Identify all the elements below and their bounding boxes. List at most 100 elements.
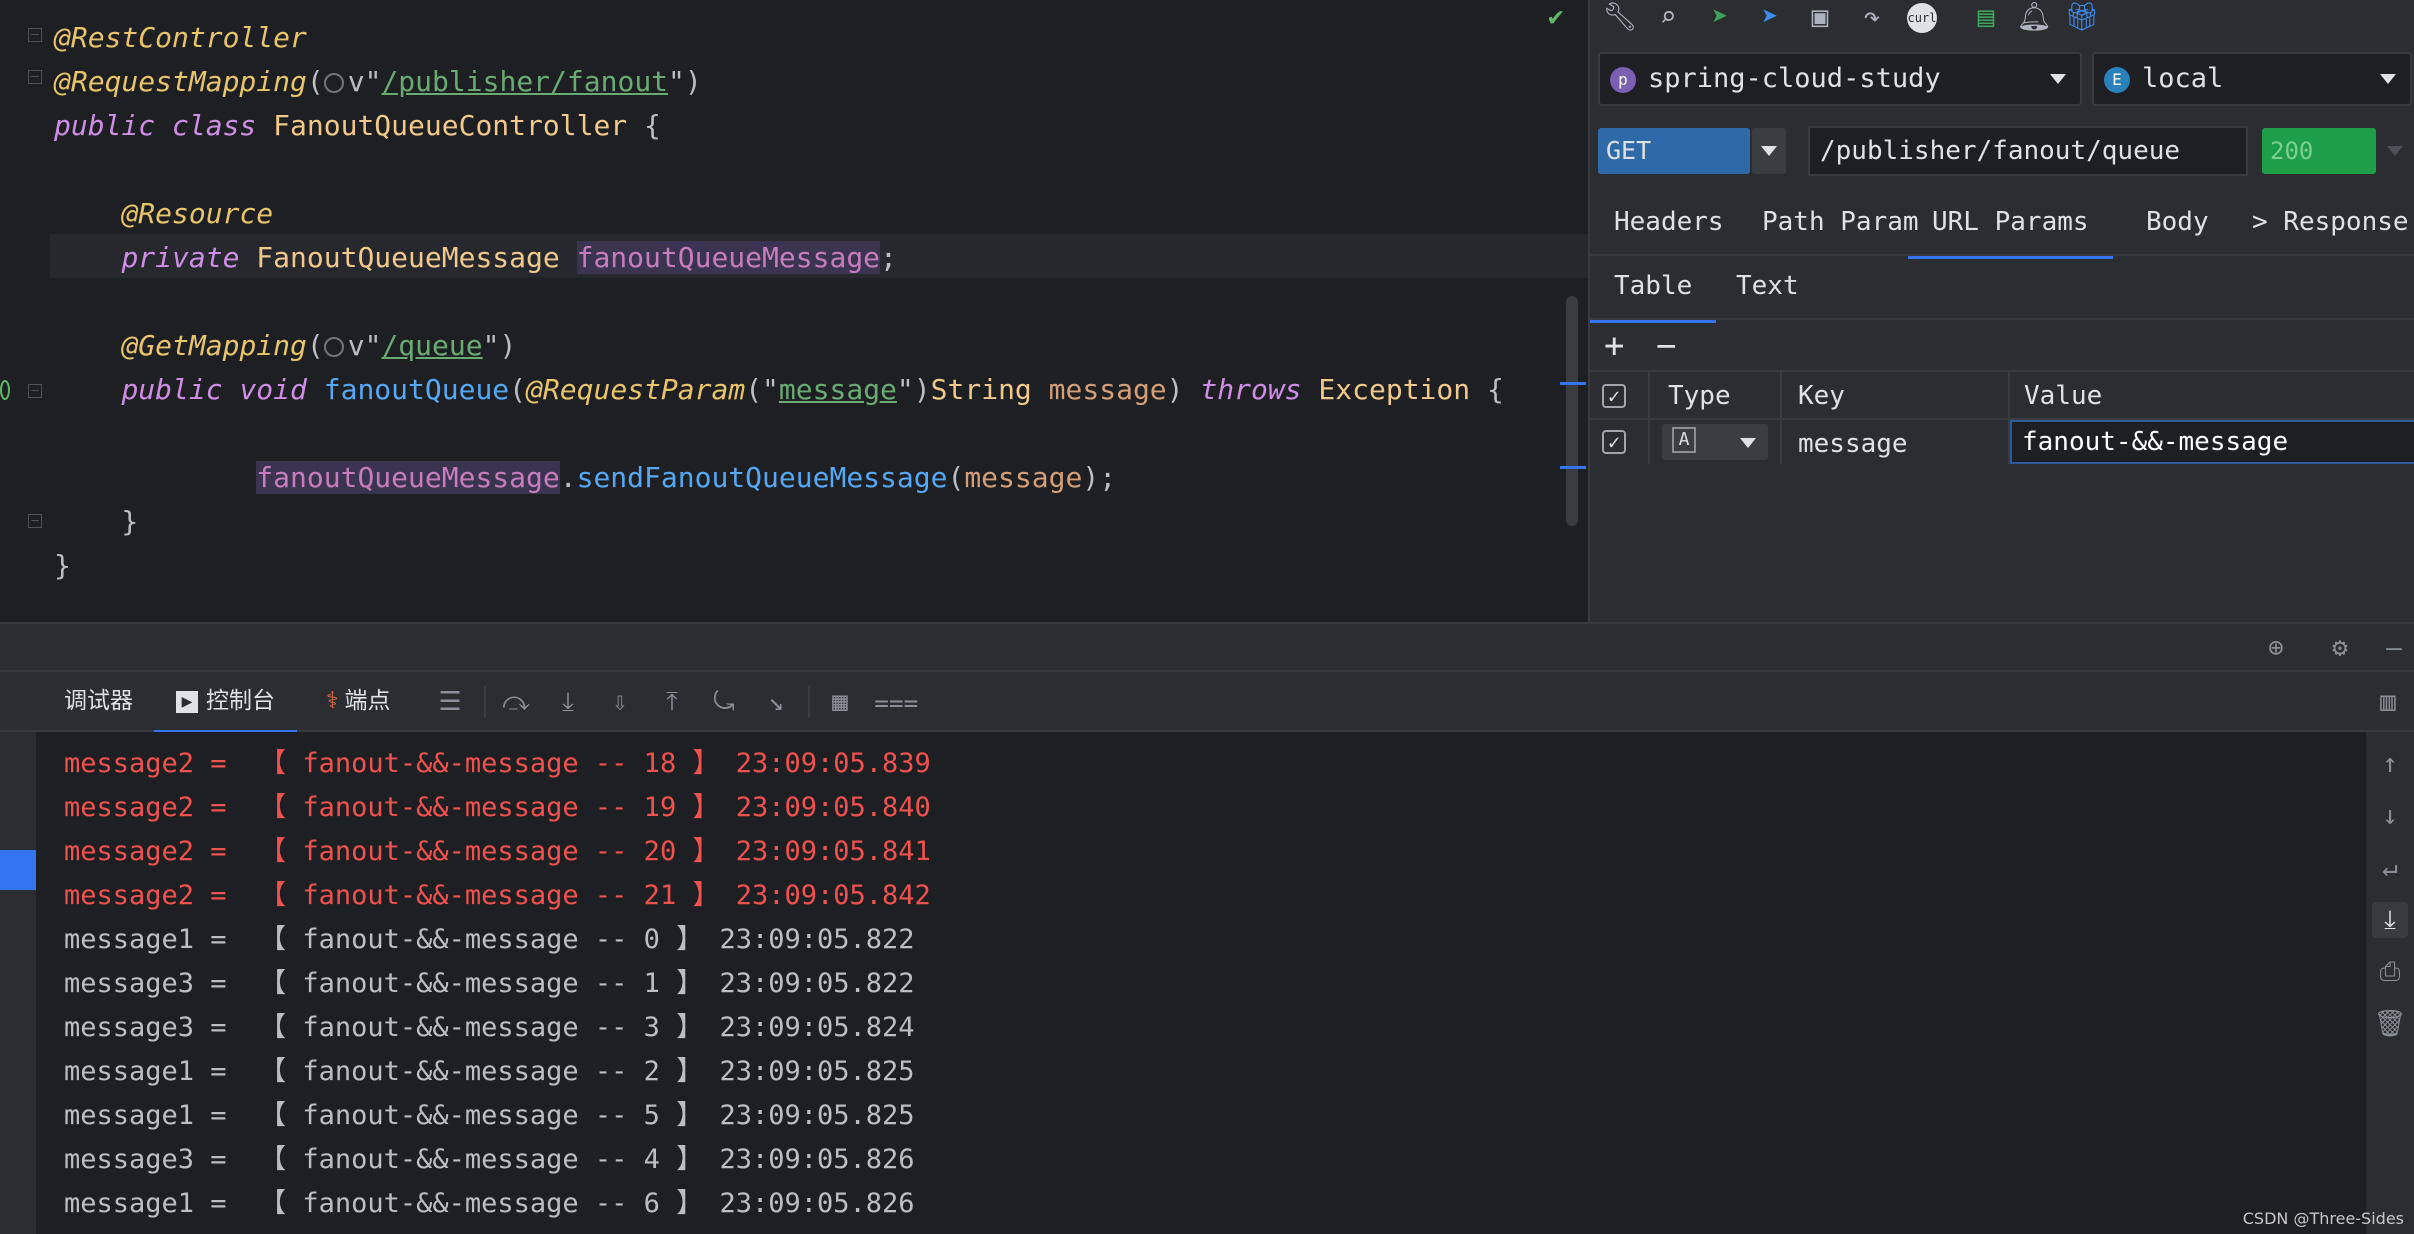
code-token: v" (347, 65, 382, 98)
tab-headers[interactable]: Headers (1614, 196, 1724, 254)
code-line[interactable]: public void fanoutQueue(@RequestParam("m… (54, 368, 1504, 412)
method-dropdown-button[interactable] (1752, 128, 1786, 174)
down-arrow-icon[interactable]: ↓ (2372, 798, 2408, 834)
no-problems-check-icon[interactable]: ✔ (1548, 2, 1564, 32)
fold-marker-icon[interactable] (28, 514, 42, 528)
add-row-icon[interactable]: + (1604, 326, 1624, 366)
code-line[interactable]: public class FanoutQueueController { (54, 104, 661, 148)
param-value-input[interactable]: fanout-&&-message (2010, 420, 2414, 464)
book-icon[interactable]: ▤ (1966, 0, 2006, 36)
subtab-table[interactable]: Table (1590, 258, 1717, 323)
send-blue-icon[interactable]: ➤ (1750, 0, 1790, 36)
crosshair-icon[interactable]: ⊕ (2258, 630, 2294, 666)
code-token: { (627, 109, 661, 142)
curl-icon[interactable]: curl (1902, 0, 1942, 36)
console-output[interactable]: message2 = 【 fanout-&&-message -- 18 】 2… (0, 732, 2366, 1234)
print-icon[interactable]: ⎙ (2372, 954, 2408, 990)
code-token: /queue (381, 329, 483, 362)
code-line[interactable]: private FanoutQueueMessage fanoutQueueMe… (54, 236, 897, 280)
code-token: ); (1082, 461, 1117, 494)
up-arrow-icon[interactable]: ↑ (2372, 746, 2408, 782)
method-select[interactable]: GET (1598, 128, 1750, 174)
console-line: message2 = 【 fanout-&&-message -- 20 】 2… (64, 836, 931, 867)
tab-body[interactable]: Body (2146, 196, 2209, 254)
code-token: FanoutQueueController (273, 109, 628, 142)
minimize-icon[interactable]: — (2376, 630, 2412, 666)
globe-icon (323, 73, 344, 93)
globe-icon (323, 337, 344, 357)
gift-icon[interactable]: 🎁︎ (2062, 0, 2102, 36)
code-line[interactable]: @GetMapping(v"/queue") (54, 324, 516, 368)
step-over-icon[interactable]: ⤼ (498, 684, 534, 720)
code-token: FanoutQueueMessage (256, 241, 577, 274)
code-line[interactable]: @Resource (54, 192, 273, 236)
run-endpoint-icon[interactable] (0, 380, 10, 400)
redo-icon[interactable]: ↷ (1852, 0, 1892, 36)
trace-icon[interactable]: ⩶ (874, 684, 919, 720)
subtab-text[interactable]: Text (1736, 258, 1799, 318)
code-line[interactable]: @RestController (54, 16, 307, 60)
project-name: spring-cloud-study (1648, 63, 1941, 94)
active-frame-marker (0, 850, 36, 890)
code-token: @RestController (54, 21, 307, 54)
row-checkbox[interactable]: ✓ (1602, 430, 1626, 454)
breakpoints-icon: ⚕ (326, 688, 339, 714)
select-all-checkbox[interactable]: ✓ (1602, 384, 1626, 408)
status-dropdown[interactable] (2378, 128, 2412, 174)
project-select[interactable]: p spring-cloud-study (1598, 52, 2082, 106)
console-line: message3 = 【 fanout-&&-message -- 3 】 23… (64, 1012, 915, 1043)
force-step-into-icon[interactable]: ⇩ (602, 684, 638, 720)
tab-response[interactable]: > Response (2252, 196, 2409, 254)
bell-icon[interactable]: 🔔︎ (2014, 0, 2054, 36)
environment-select[interactable]: E local (2092, 52, 2412, 106)
soft-wrap-icon[interactable]: ↵ (2372, 850, 2408, 886)
remove-row-icon[interactable]: − (1656, 326, 1676, 366)
gear-icon[interactable]: ⚙ (2322, 630, 2358, 666)
search-icon[interactable]: ⌕ (1648, 0, 1688, 36)
code-editor[interactable]: @RestController @RequestMapping(v"/publis… (0, 0, 1588, 622)
scroll-to-end-icon[interactable]: ⤓ (2372, 902, 2408, 938)
code-token: public void (121, 373, 324, 406)
type-select[interactable]: A (1662, 424, 1768, 460)
wrench-icon[interactable]: 🔧︎ (1600, 0, 1640, 36)
method-label: GET (1606, 136, 1652, 165)
send-green-icon[interactable]: ➤ (1700, 0, 1740, 36)
code-line[interactable]: } (54, 500, 138, 544)
layout-icon[interactable]: ▥ (2370, 684, 2406, 720)
fold-marker-icon[interactable] (28, 28, 42, 42)
param-key[interactable]: message (1798, 422, 1908, 466)
fold-marker-icon[interactable] (28, 384, 42, 398)
menu-icon[interactable]: ☰ (432, 684, 468, 720)
editor-scrollbar[interactable] (1566, 296, 1578, 526)
code-line[interactable]: } (54, 544, 71, 588)
code-line[interactable]: @RequestMapping(v"/publisher/fanout") (54, 60, 702, 104)
step-out-icon[interactable]: ⤒ (654, 684, 690, 720)
step-into-icon[interactable]: ⤓ (550, 684, 586, 720)
code-token: public class (54, 109, 274, 142)
tab-console[interactable]: ▶ 控制台 (154, 672, 297, 734)
code-token: v" (347, 329, 382, 362)
tab-path-param[interactable]: Path Param (1762, 196, 1919, 254)
tab-url-params[interactable]: URL Params (1908, 196, 2113, 259)
fold-marker-icon[interactable] (28, 70, 42, 84)
save-icon[interactable]: ▣ (1800, 0, 1840, 36)
drop-frame-icon[interactable]: ⤿ (706, 684, 742, 720)
tab-debugger[interactable]: 调试器 (64, 672, 133, 730)
code-token: ) (1166, 373, 1201, 406)
code-token: ") (482, 329, 517, 362)
code-line[interactable]: fanoutQueueMessage.sendFanoutQueueMessag… (54, 456, 1116, 500)
status-badge: 200 (2262, 128, 2376, 174)
trash-icon[interactable]: 🗑︎ (2372, 1006, 2408, 1042)
run-to-cursor-icon[interactable]: ↘ (758, 684, 794, 720)
watermark: CSDN @Three-Sides (2242, 1209, 2404, 1228)
code-token: { (1470, 373, 1504, 406)
url-input[interactable]: /publisher/fanout/queue (1808, 126, 2248, 176)
code-token: fanoutQueueMessage (256, 461, 560, 494)
evaluate-expression-icon[interactable]: ▦ (822, 684, 858, 720)
tab-console-label: 控制台 (206, 688, 275, 714)
code-token: ") (668, 65, 702, 98)
tab-breakpoints[interactable]: ⚕ 端点 (326, 672, 390, 730)
